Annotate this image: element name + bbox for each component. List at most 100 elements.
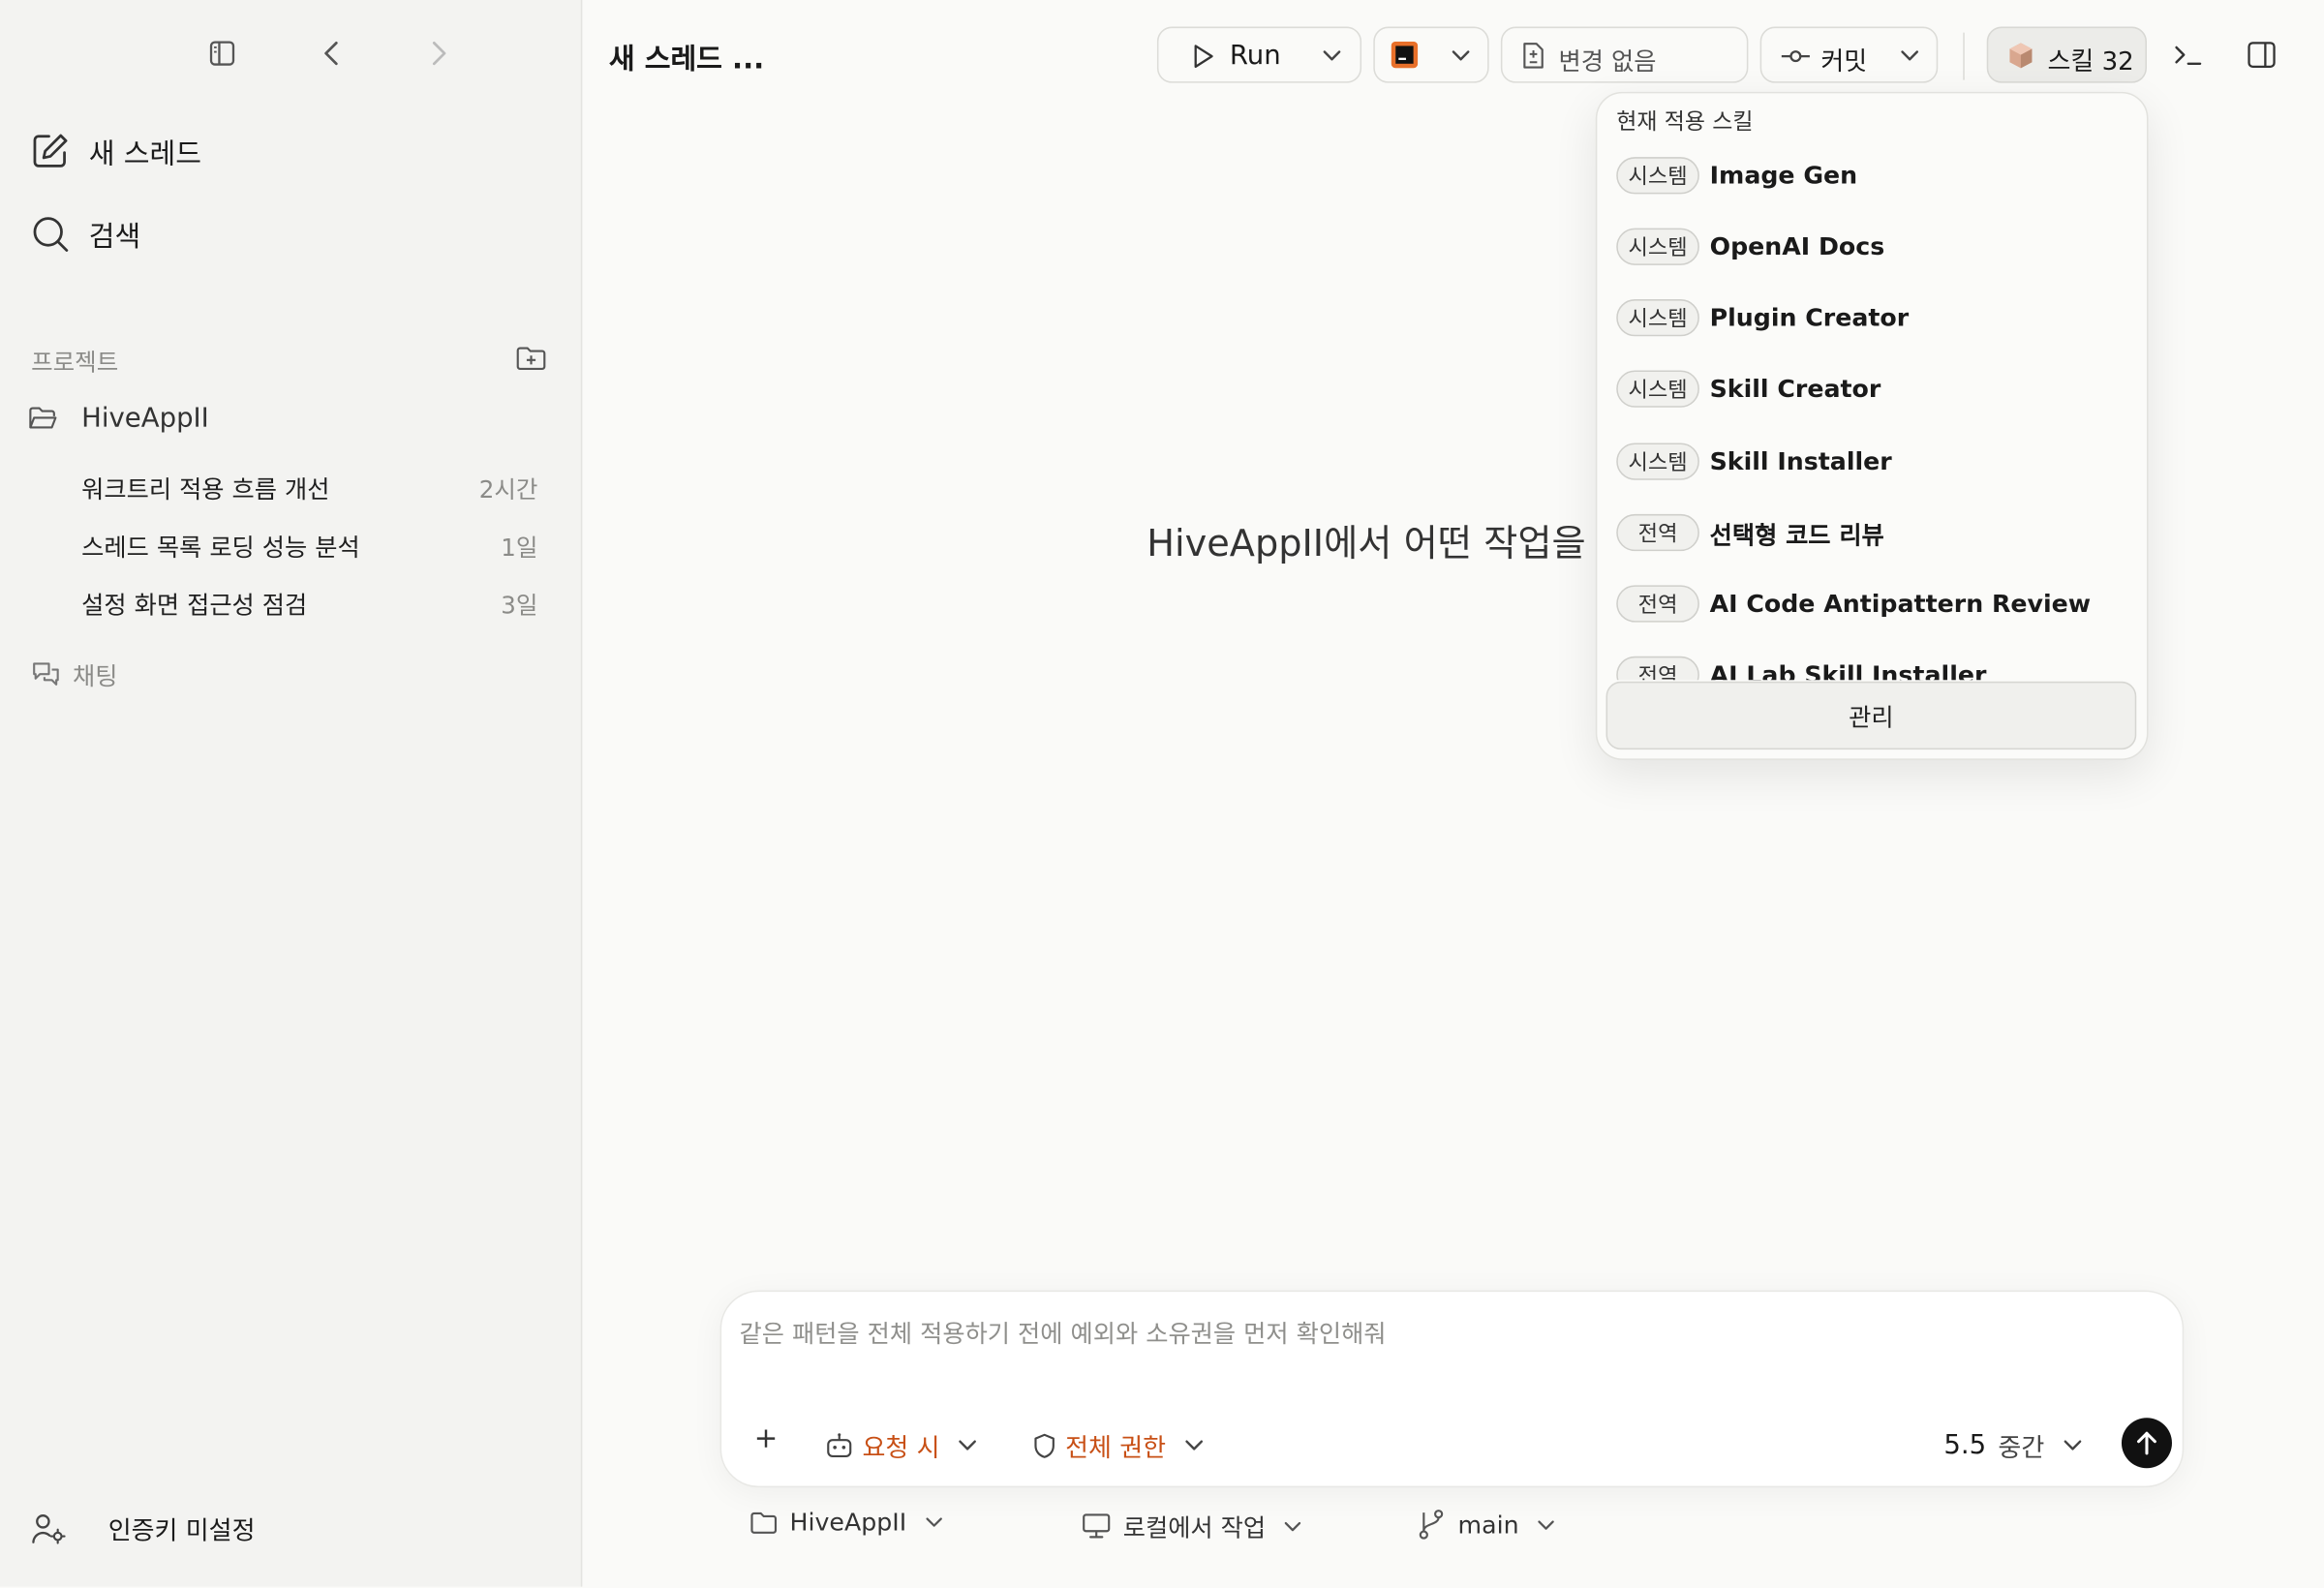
back-arrow-icon[interactable] bbox=[320, 39, 343, 69]
file-diff-icon bbox=[1521, 42, 1544, 70]
skill-name: Skill Installer bbox=[1709, 447, 1892, 476]
ide-selector-button[interactable] bbox=[1373, 26, 1489, 83]
project-name: HiveAppII bbox=[81, 403, 209, 435]
projects-heading: 프로젝트 bbox=[31, 348, 119, 377]
chat-label: 채팅 bbox=[72, 661, 118, 690]
edit-icon bbox=[30, 131, 72, 172]
skill-badge: 전역 bbox=[1616, 656, 1699, 681]
skill-item[interactable]: 전역 AI Code Antipattern Review bbox=[1616, 585, 2092, 623]
new-thread-button[interactable]: 새 스레드 bbox=[30, 131, 201, 172]
message-input[interactable]: 같은 패턴을 전체 적용하기 전에 예외와 소유권을 먼저 확인해줘 bbox=[739, 1314, 2147, 1350]
skills-button[interactable]: 스킬 32 bbox=[1986, 26, 2147, 83]
footer-branch-label: main bbox=[1457, 1510, 1519, 1539]
run-button[interactable]: Run bbox=[1156, 26, 1362, 83]
thread-item[interactable]: 워크트리 적용 흐름 개선 2시간 bbox=[81, 470, 537, 505]
effort-label: 중간 bbox=[1998, 1434, 2045, 1464]
arrow-up-icon bbox=[2135, 1429, 2158, 1456]
new-project-folder-icon[interactable] bbox=[515, 345, 546, 372]
skill-name: Image Gen bbox=[1709, 161, 1858, 190]
chevron-down-icon[interactable] bbox=[1322, 48, 1342, 62]
changes-button[interactable]: 변경 없음 bbox=[1500, 26, 1749, 83]
add-attachment-button[interactable] bbox=[755, 1428, 776, 1449]
search-button[interactable]: 검색 bbox=[30, 213, 141, 255]
project-item[interactable]: HiveAppII bbox=[28, 403, 209, 434]
auth-status-label: 인증키 미설정 bbox=[107, 1516, 256, 1547]
new-thread-label: 새 스레드 bbox=[88, 137, 202, 170]
manage-label: 관리 bbox=[1849, 703, 1894, 732]
skills-popup: 현재 적용 스킬 시스템 Image Gen 시스템 OpenAI Docs 시… bbox=[1595, 91, 2149, 760]
user-settings-icon bbox=[31, 1512, 67, 1544]
footer-project-selector[interactable]: HiveAppII bbox=[749, 1509, 943, 1537]
skill-item[interactable]: 전역 AI Lab Skill Installer bbox=[1616, 656, 1987, 681]
skill-badge: 시스템 bbox=[1616, 228, 1699, 265]
sidebar-toggle-icon[interactable] bbox=[209, 40, 236, 67]
skill-item[interactable]: 시스템 Skill Installer bbox=[1616, 443, 1892, 480]
permission-button[interactable]: 전체 권한 bbox=[1032, 1426, 1204, 1464]
skill-name: OpenAI Docs bbox=[1709, 232, 1885, 261]
skills-popup-heading: 현재 적용 스킬 bbox=[1616, 107, 1754, 136]
composer: 같은 패턴을 전체 적용하기 전에 예외와 소유권을 먼저 확인해줘 요청 시 … bbox=[719, 1290, 2185, 1488]
folder-icon bbox=[749, 1511, 778, 1534]
footer-mode-selector[interactable]: 로컬에서 작업 bbox=[1082, 1509, 1302, 1544]
play-icon bbox=[1191, 43, 1214, 70]
chevron-down-icon bbox=[1283, 1519, 1302, 1533]
permission-label: 전체 권한 bbox=[1065, 1434, 1167, 1464]
skill-name: AI Lab Skill Installer bbox=[1709, 660, 1987, 681]
skill-name: Plugin Creator bbox=[1709, 303, 1910, 332]
footer-project-label: HiveAppII bbox=[789, 1508, 907, 1537]
skill-item[interactable]: 시스템 Image Gen bbox=[1616, 157, 1858, 195]
thread-item[interactable]: 설정 화면 접근성 점검 3일 bbox=[81, 585, 537, 621]
right-panel-toggle-icon[interactable] bbox=[2248, 42, 2276, 69]
skill-name: Skill Creator bbox=[1709, 375, 1881, 404]
chevron-down-icon bbox=[925, 1515, 944, 1529]
git-commit-icon bbox=[1781, 47, 1811, 65]
chevron-down-icon[interactable] bbox=[1899, 48, 1919, 62]
skill-item[interactable]: 시스템 OpenAI Docs bbox=[1616, 228, 1885, 265]
cube-icon bbox=[2007, 42, 2034, 70]
commit-label: 커밋 bbox=[1820, 46, 1868, 77]
folder-open-icon bbox=[28, 405, 58, 432]
thread-title: 설정 화면 접근성 점검 bbox=[81, 591, 308, 620]
page-title: 새 스레드 ... bbox=[608, 43, 765, 76]
thread-item[interactable]: 스레드 목록 로딩 성능 분석 1일 bbox=[81, 528, 537, 564]
skill-name: 선택형 코드 리뷰 bbox=[1709, 520, 1884, 549]
sidebar: 새 스레드 검색 프로젝트 HiveAppII 워크트리 적용 흐름 개선 2시… bbox=[0, 0, 583, 1587]
approval-mode-button[interactable]: 요청 시 bbox=[825, 1426, 978, 1464]
skill-name: AI Code Antipattern Review bbox=[1709, 589, 2092, 619]
changes-label: 변경 없음 bbox=[1558, 46, 1657, 76]
header-divider bbox=[1963, 32, 1965, 80]
skills-label: 스킬 32 bbox=[2047, 46, 2134, 77]
skill-badge: 시스템 bbox=[1616, 443, 1699, 480]
auth-status-button[interactable]: 인증키 미설정 bbox=[31, 1510, 256, 1547]
thread-title: 스레드 목록 로딩 성능 분석 bbox=[81, 533, 360, 562]
main-prompt-heading: HiveAppII에서 어떤 작업을 시 bbox=[1147, 521, 1596, 565]
commit-button[interactable]: 커밋 bbox=[1759, 26, 1939, 83]
skill-item[interactable]: 시스템 Plugin Creator bbox=[1616, 299, 1910, 337]
chat-section[interactable]: 채팅 bbox=[31, 657, 117, 692]
chevron-down-icon bbox=[1183, 1439, 1204, 1452]
skill-badge: 시스템 bbox=[1616, 299, 1699, 337]
footer-branch-selector[interactable]: main bbox=[1417, 1509, 1556, 1542]
skills-list-clip: 전역 AI Lab Skill Installer bbox=[1597, 645, 2147, 681]
manage-skills-button[interactable]: 관리 bbox=[1605, 681, 2137, 750]
git-branch-icon bbox=[1417, 1509, 1447, 1542]
ide-app-icon bbox=[1391, 41, 1419, 69]
terminal-icon[interactable] bbox=[2172, 40, 2205, 70]
skill-item[interactable]: 전역 선택형 코드 리뷰 bbox=[1616, 513, 1884, 552]
chevron-down-icon bbox=[1537, 1517, 1556, 1531]
robot-icon bbox=[825, 1433, 853, 1458]
skill-badge: 전역 bbox=[1616, 513, 1699, 552]
search-icon bbox=[30, 213, 72, 255]
search-label: 검색 bbox=[88, 220, 141, 253]
skill-item[interactable]: 시스템 Skill Creator bbox=[1616, 370, 1881, 408]
shield-icon bbox=[1032, 1432, 1055, 1459]
chevron-down-icon[interactable] bbox=[1451, 48, 1471, 62]
run-label: Run bbox=[1229, 40, 1281, 72]
chevron-down-icon bbox=[2063, 1439, 2083, 1452]
thread-time: 1일 bbox=[501, 533, 538, 562]
thread-title: 워크트리 적용 흐름 개선 bbox=[81, 475, 330, 504]
model-selector-button[interactable]: 5.5 중간 bbox=[1943, 1426, 2083, 1464]
forward-arrow-icon[interactable] bbox=[427, 39, 450, 69]
send-button[interactable] bbox=[2121, 1418, 2172, 1469]
chat-bubbles-icon bbox=[31, 659, 61, 689]
